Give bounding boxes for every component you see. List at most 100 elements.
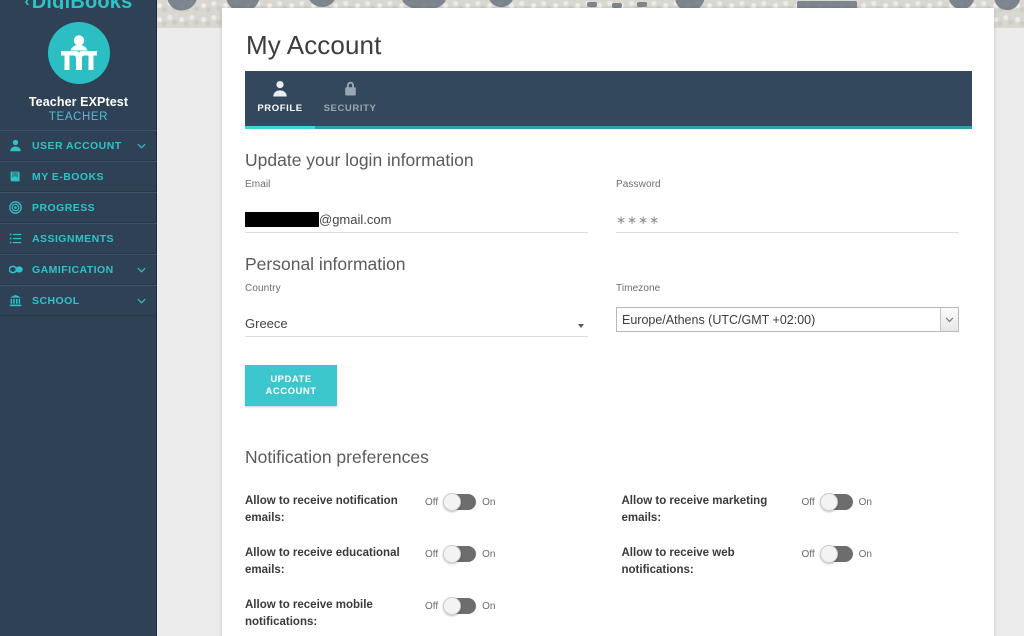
toggle-off-label: Off [425, 548, 439, 560]
sidebar-item-label: ASSIGNMENTS [32, 232, 114, 245]
toggle-on-label: On [482, 496, 496, 508]
person-icon [245, 77, 315, 99]
toggle-group: Off On [801, 545, 872, 563]
toggle-on-label: On [482, 600, 496, 612]
sidebar-item-label: MY E-BOOKS [32, 170, 104, 183]
texture-shape [991, 0, 1021, 13]
update-account-button[interactable]: UPDATE ACCOUNT [245, 365, 337, 406]
login-fields-row: Email @gmail.com Password ∗∗∗∗ [245, 179, 970, 233]
toggle-off-label: Off [801, 496, 815, 508]
toggle-group: Off On [425, 597, 496, 615]
brand-logo[interactable]: ‹DigiBooks [0, 0, 157, 9]
toggle-on-label: On [858, 548, 872, 560]
notification-emails-toggle[interactable] [443, 493, 477, 511]
marketing-emails-toggle[interactable] [819, 493, 853, 511]
book-icon [9, 170, 29, 183]
user-icon [9, 139, 29, 152]
user-role: TEACHER [48, 111, 109, 123]
notification-row: Allow to receive marketing emails: Off O… [622, 493, 971, 527]
card-body: Update your login information Email @gma… [222, 150, 994, 636]
chevron-down-icon[interactable] [137, 265, 146, 274]
timezone-label: Timezone [616, 283, 661, 294]
timezone-select[interactable]: Europe/Athens (UTC/GMT +02:00) [616, 307, 959, 332]
notification-label: Allow to receive web notifications: [621, 547, 735, 576]
sidebar-item-school[interactable]: SCHOOL [0, 285, 157, 316]
country-select[interactable]: Greece [245, 311, 588, 337]
password-input[interactable]: ∗∗∗∗ [616, 207, 959, 233]
toggle-group: Off On [425, 545, 496, 563]
notifications-grid: Allow to receive notification emails: Of… [245, 493, 970, 636]
list-icon [9, 232, 29, 245]
chevron-down-icon[interactable] [137, 141, 146, 150]
personal-fields-row: Country Greece Timezone Europe/Athens (U… [245, 283, 970, 337]
app-root: ‹DigiBooks Teacher EXPtest TEACHER USER … [0, 0, 1024, 636]
back-chevron-icon[interactable]: ‹ [25, 0, 30, 9]
sidebar-item-label: USER ACCOUNT [32, 139, 122, 152]
email-field-group: Email @gmail.com [245, 179, 588, 233]
update-button-line1: UPDATE [270, 373, 312, 385]
email-input[interactable]: @gmail.com [245, 207, 588, 233]
notifications-left-column: Allow to receive notification emails: Of… [245, 493, 594, 636]
educational-emails-toggle[interactable] [443, 545, 477, 563]
personal-section-heading: Personal information [245, 254, 406, 274]
user-name: Teacher EXPtest [28, 95, 129, 109]
toggle-off-label: Off [801, 548, 815, 560]
avatar[interactable] [47, 22, 110, 84]
redaction-bar [245, 212, 319, 227]
mobile-notifications-toggle[interactable] [443, 597, 477, 615]
notification-label: Allow to receive notification emails: [245, 495, 398, 524]
tab-label: PROFILE [257, 103, 303, 114]
toggle-off-label: Off [425, 600, 439, 612]
sidebar-item-label: PROGRESS [32, 201, 96, 214]
tab-profile[interactable]: PROFILE [245, 71, 315, 129]
toggle-knob [443, 493, 462, 511]
sidebar-item-gamification[interactable]: GAMIFICATION [0, 254, 157, 285]
toggle-on-label: On [482, 548, 496, 560]
toggle-knob [443, 545, 462, 563]
sidebar-item-label: GAMIFICATION [32, 263, 114, 276]
country-field-group: Country Greece [245, 283, 588, 337]
toggle-knob [819, 493, 838, 511]
notification-row: Allow to receive educational emails: Off… [245, 545, 594, 579]
timezone-value: Europe/Athens (UTC/GMT +02:00) [622, 312, 816, 327]
password-label: Password [616, 179, 661, 190]
select-arrow-icon[interactable] [940, 308, 958, 331]
sidebar-item-progress[interactable]: PROGRESS [0, 192, 157, 223]
tab-bar: PROFILE SECURITY [245, 71, 972, 129]
caret-down-icon[interactable] [578, 324, 584, 328]
tab-security[interactable]: SECURITY [315, 71, 385, 126]
page-title: My Account [246, 30, 382, 60]
notification-label: Allow to receive mobile notifications: [245, 599, 373, 628]
toggle-group: Off On [801, 493, 872, 511]
account-card: My Account PROFILE SECURITY Update your … [222, 8, 994, 636]
brand-label: DigiBooks [32, 0, 133, 9]
email-label: Email [245, 179, 271, 190]
texture-shape [637, 2, 647, 7]
sidebar-item-label: SCHOOL [32, 294, 80, 307]
notifications-heading: Notification preferences [245, 447, 429, 467]
update-button-line2: ACCOUNT [265, 385, 317, 397]
toggle-knob [443, 597, 462, 615]
sidebar: ‹DigiBooks Teacher EXPtest TEACHER USER … [0, 0, 157, 636]
sidebar-item-assignments[interactable]: ASSIGNMENTS [0, 223, 157, 254]
chevron-down-icon[interactable] [137, 296, 146, 305]
email-suffix: @gmail.com [319, 212, 392, 227]
sidebar-nav: USER ACCOUNT MY E-BOOKS PROGRESS ASSIGNM… [0, 130, 157, 316]
country-value: Greece [245, 316, 288, 331]
password-field-group: Password ∗∗∗∗ [616, 179, 959, 233]
gamepad-icon [9, 263, 29, 276]
reader-m-logo-icon [60, 35, 97, 70]
sidebar-item-my-e-books[interactable]: MY E-BOOKS [0, 161, 157, 192]
login-section-heading: Update your login information [245, 150, 474, 170]
lock-icon [315, 77, 385, 99]
sidebar-item-user-account[interactable]: USER ACCOUNT [0, 130, 157, 161]
notification-row: Allow to receive mobile notifications: O… [245, 597, 594, 631]
notifications-right-column: Allow to receive marketing emails: Off O… [622, 493, 971, 636]
toggle-group: Off On [425, 493, 496, 511]
toggle-knob [819, 545, 838, 563]
web-notifications-toggle[interactable] [819, 545, 853, 563]
country-label: Country [245, 283, 281, 294]
notification-label: Allow to receive educational emails: [245, 547, 400, 576]
timezone-field-group: Timezone Europe/Athens (UTC/GMT +02:00) [616, 283, 959, 337]
toggle-on-label: On [858, 496, 872, 508]
